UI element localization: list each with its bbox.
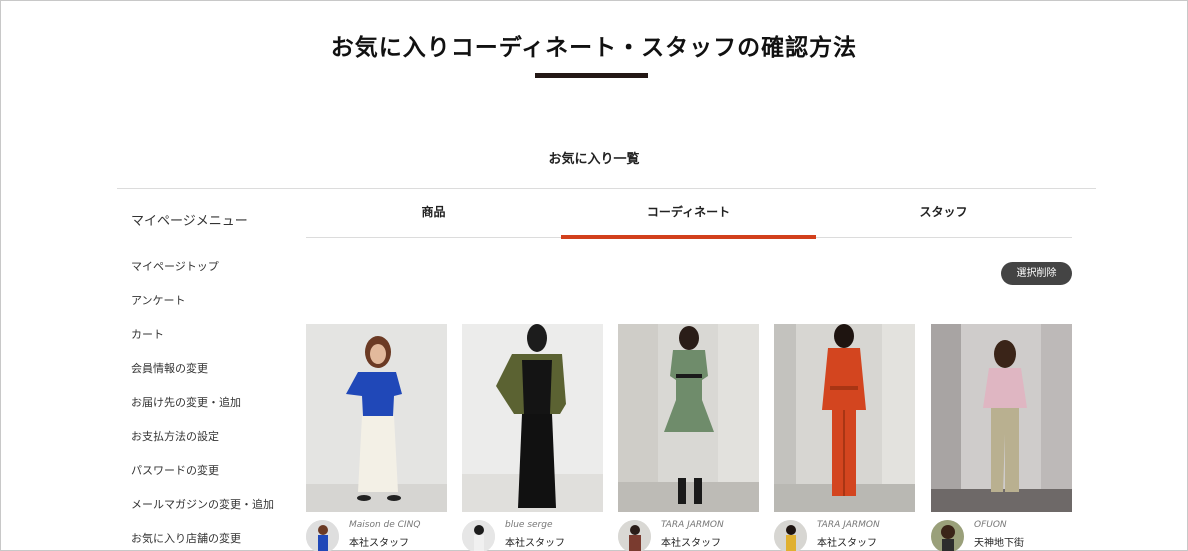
coordinate-photo[interactable] <box>931 324 1072 512</box>
staff-avatar[interactable] <box>462 520 495 551</box>
staff-name[interactable]: 天神地下街 <box>974 534 1024 549</box>
sidebar-item-survey[interactable]: アンケート <box>131 292 186 308</box>
staff-name[interactable]: 本社スタッフ <box>505 534 565 549</box>
coordinate-photo[interactable] <box>306 324 447 512</box>
tab-products[interactable]: 商品 <box>306 189 561 237</box>
staff-name[interactable]: 本社スタッフ <box>349 534 409 549</box>
brand-name: TARA JARMON <box>817 520 880 530</box>
section-title: お気に入り一覧 <box>548 152 640 167</box>
delete-selected-button[interactable]: 選択削除 <box>1001 262 1072 285</box>
staff-name[interactable]: 本社スタッフ <box>661 534 721 549</box>
sidebar-item-newsletter[interactable]: メールマガジンの変更・追加 <box>131 496 274 512</box>
tab-coordinates[interactable]: コーディネート <box>561 189 816 239</box>
sidebar-item-mypage-top[interactable]: マイページトップ <box>131 258 219 274</box>
coordinate-photo[interactable] <box>618 324 759 512</box>
sidebar-item-delivery-address[interactable]: お届け先の変更・追加 <box>131 394 241 410</box>
favorites-tabs: 商品 コーディネート スタッフ <box>306 189 1072 239</box>
brand-name: TARA JARMON <box>661 520 724 530</box>
coordinate-photo[interactable] <box>462 324 603 512</box>
sidebar-item-payment-method[interactable]: お支払方法の設定 <box>131 428 219 444</box>
brand-name: Maison de CINQ <box>349 520 421 530</box>
sidebar-item-cart[interactable]: カート <box>131 326 164 342</box>
staff-avatar[interactable] <box>774 520 807 551</box>
sidebar-item-favorite-store[interactable]: お気に入り店舗の変更 <box>131 530 241 546</box>
staff-avatar[interactable] <box>306 520 339 551</box>
brand-name: blue serge <box>505 520 553 530</box>
sidebar-heading: マイページメニュー <box>131 214 248 229</box>
sidebar-item-member-info[interactable]: 会員情報の変更 <box>131 360 208 376</box>
title-underline <box>535 73 648 78</box>
staff-avatar[interactable] <box>931 520 964 551</box>
brand-name: OFUON <box>974 520 1007 530</box>
staff-name[interactable]: 本社スタッフ <box>817 534 877 549</box>
sidebar-item-password[interactable]: パスワードの変更 <box>131 462 219 478</box>
tab-staff[interactable]: スタッフ <box>816 189 1071 237</box>
staff-avatar[interactable] <box>618 520 651 551</box>
coordinate-photo[interactable] <box>774 324 915 512</box>
page-title: お気に入りコーディネート・スタッフの確認方法 <box>330 35 858 61</box>
